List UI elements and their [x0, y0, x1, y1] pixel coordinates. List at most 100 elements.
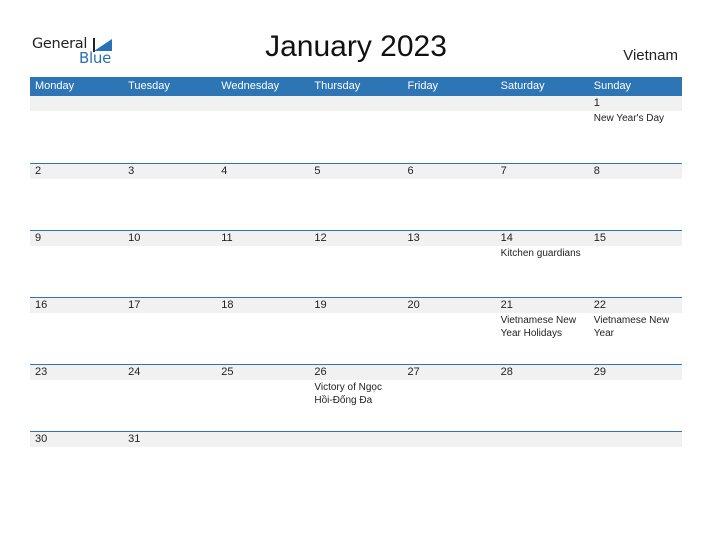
day-number: 31: [128, 433, 141, 445]
day-cell: 3: [123, 164, 216, 180]
day-number: 17: [128, 299, 141, 311]
day-number: 27: [407, 366, 420, 378]
day-number: [35, 96, 123, 111]
day-number: 25: [221, 366, 234, 378]
day-number: 7: [500, 165, 507, 177]
day-number: 23: [35, 366, 48, 378]
calendar-title: January 2023: [265, 30, 447, 63]
day-cell: 20: [403, 298, 496, 340]
holiday-event: Vietnamese New Year: [593, 315, 670, 339]
weekday-header: Monday Tuesday Wednesday Thursday Friday…: [30, 77, 682, 96]
day-cell: 16: [30, 298, 123, 340]
day-number: 2: [35, 165, 42, 177]
holiday-event: Victory of Ngọc Hồi-Đống Đa: [314, 382, 382, 406]
day-number: 14: [500, 232, 513, 244]
day-number: 13: [407, 232, 420, 244]
day-number: 10: [128, 232, 141, 244]
day-cell: 30: [30, 432, 123, 448]
day-cell: 6: [403, 164, 496, 180]
week-row: 16 17 18 19 20 21 Vietnamese New Year Holidays…: [30, 297, 682, 364]
day-number: 20: [407, 299, 420, 311]
day-number: [501, 432, 589, 447]
day-number: 16: [35, 299, 48, 311]
day-number: 9: [35, 232, 42, 244]
day-cell: [216, 96, 309, 125]
day-number: 21: [500, 299, 513, 311]
day-number: 3: [128, 165, 135, 177]
day-cell: 10: [123, 231, 216, 260]
day-number: 8: [593, 165, 600, 177]
day-cell: [30, 96, 123, 125]
weekday-friday: Friday: [407, 80, 439, 92]
day-number: 1: [593, 97, 600, 109]
day-cell: 5: [309, 164, 402, 180]
day-number: [314, 96, 402, 111]
calendar-grid: Monday Tuesday Wednesday Thursday Friday…: [30, 77, 682, 498]
day-cell: [496, 432, 589, 448]
week-cells: 9 10 11 12 13 14 Kitchen guardians 15: [30, 231, 682, 260]
day-cell: 25: [216, 365, 309, 407]
day-cell: 26 Victory of Ngọc Hồi-Đống Đa: [309, 365, 402, 407]
day-cell: 24: [123, 365, 216, 407]
day-number: [408, 96, 496, 111]
day-number: 29: [593, 366, 606, 378]
week-row: 1 New Year's Day: [30, 96, 682, 163]
day-cell: [496, 96, 589, 125]
day-number: 28: [500, 366, 513, 378]
day-number: 18: [221, 299, 234, 311]
day-number: [594, 432, 682, 447]
day-cell: [123, 96, 216, 125]
day-number: [408, 432, 496, 447]
holiday-event: New Year's Day: [593, 113, 665, 124]
day-number: 22: [593, 299, 606, 311]
day-cell: 9: [30, 231, 123, 260]
day-cell: 18: [216, 298, 309, 340]
day-number: 19: [314, 299, 327, 311]
holiday-event: Vietnamese New Year Holidays: [500, 315, 577, 339]
week-cells: 1 New Year's Day: [30, 96, 682, 125]
day-cell: 8: [589, 164, 682, 180]
week-row: 2 3 4 5 6 7 8: [30, 163, 682, 230]
day-number: [501, 96, 589, 111]
day-cell: 1 New Year's Day: [589, 96, 682, 125]
day-cell: 28: [496, 365, 589, 407]
day-cell: [309, 432, 402, 448]
day-cell: 7: [496, 164, 589, 180]
week-cells: 16 17 18 19 20 21 Vietnamese New Year Holidays…: [30, 298, 682, 340]
day-cell: 31: [123, 432, 216, 448]
day-cell: [403, 432, 496, 448]
week-cells: 30 31: [30, 432, 682, 448]
holiday-event: Kitchen guardians: [500, 248, 581, 259]
country-label: Vietnam: [623, 47, 678, 64]
day-cell: 29: [589, 365, 682, 407]
day-cell: 19: [309, 298, 402, 340]
day-number: 4: [221, 165, 228, 177]
day-cell: 23: [30, 365, 123, 407]
day-cell: 27: [403, 365, 496, 407]
weeks-container: 1 New Year's Day 2 3 4 5 6 7 8 9 10 11 12 13 14 Kitchen…: [30, 96, 682, 498]
weekday-tuesday: Tuesday: [128, 80, 170, 92]
day-number: 26: [314, 366, 327, 378]
weekday-wednesday: Wednesday: [221, 80, 280, 92]
day-cell: 11: [216, 231, 309, 260]
week-row: 23 24 25 26 Victory of Ngọc Hồi-Đống Đa 27 28 2…: [30, 364, 682, 431]
day-number: [314, 432, 402, 447]
day-number: 5: [314, 165, 321, 177]
weekday-monday: Monday: [35, 80, 75, 92]
day-number: [221, 432, 309, 447]
day-cell: 14 Kitchen guardians: [496, 231, 589, 260]
day-number: 15: [593, 232, 606, 244]
day-number: 11: [221, 232, 233, 244]
week-cells: 23 24 25 26 Victory of Ngọc Hồi-Đống Đa 27 28 2…: [30, 365, 682, 407]
weekday-thursday: Thursday: [314, 80, 361, 92]
day-cell: [589, 432, 682, 448]
day-cell: 4: [216, 164, 309, 180]
day-number: 12: [314, 232, 327, 244]
day-number: [221, 96, 309, 111]
day-cell: [216, 432, 309, 448]
day-cell: [403, 96, 496, 125]
week-cells: 2 3 4 5 6 7 8: [30, 164, 682, 180]
day-cell: 13: [403, 231, 496, 260]
day-cell: 21 Vietnamese New Year Holidays: [496, 298, 589, 340]
day-cell: 15: [589, 231, 682, 260]
